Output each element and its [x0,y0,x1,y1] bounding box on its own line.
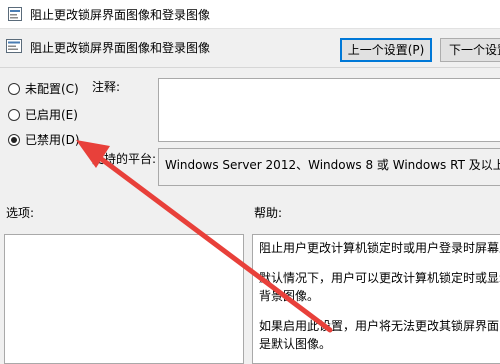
radio-not-configured[interactable]: 未配置(C) [8,80,79,97]
platform-box: Windows Server 2012、Windows 8 或 Windows … [158,148,500,186]
radio-not-configured-circle[interactable] [8,82,20,95]
help-paragraph-2-line-2: 背景图像。 [259,289,320,303]
help-paragraph-3-line-2: 是默认图像。 [259,337,332,351]
policy-window-icon [8,7,22,21]
help-paragraph-3-line-1: 如果启用此设置，用户将无法更改其锁屏界面图像和 [259,319,500,333]
radio-disabled-circle[interactable] [8,133,20,146]
options-section-label: 选项: [6,206,35,220]
comment-textarea[interactable] [158,78,500,142]
policy-name: 阻止更改锁屏界面图像和登录图像 [30,41,211,55]
window-title: 阻止更改锁屏界面图像和登录图像 [30,8,211,22]
next-setting-button[interactable]: 下一个设置 [440,38,500,62]
radio-enabled[interactable]: 已启用(E) [8,106,78,123]
radio-enabled-label: 已启用(E) [25,108,78,122]
help-paragraph-2-line-1: 默认情况下，用户可以更改计算机锁定时或显示登录 [259,271,500,285]
radio-not-configured-label: 未配置(C) [25,82,79,96]
platform-label: 支持的平台: [92,152,157,166]
options-pane [4,234,244,364]
radio-disabled-label: 已禁用(D) [25,133,80,147]
comment-label: 注释: [92,80,121,94]
help-pane: 阻止用户更改计算机锁定时或用户登录时屏幕上显示 默认情况下，用户可以更改计算机锁… [252,234,500,364]
platform-value: Windows Server 2012、Windows 8 或 Windows … [165,158,500,172]
radio-disabled[interactable]: 已禁用(D) [8,131,80,148]
radio-enabled-circle[interactable] [8,108,20,121]
help-paragraph-1: 阻止用户更改计算机锁定时或用户登录时屏幕上显示 [259,241,500,255]
header-divider [0,67,500,68]
policy-setting-icon [6,39,22,53]
prev-setting-button[interactable]: 上一个设置(P) [340,38,432,62]
help-section-label: 帮助: [254,206,283,220]
